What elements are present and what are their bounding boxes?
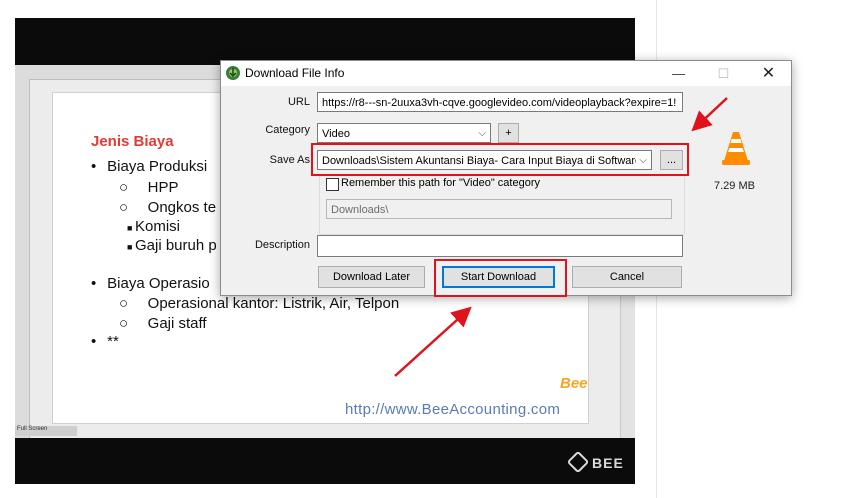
category-label: Category [265,124,310,136]
save-as-label: Save As [269,154,310,166]
player-logo: BEE [566,450,624,474]
slide-title: Jenis Biaya [91,133,174,150]
watermark-url: http://www.BeeAccounting.com [345,401,561,418]
bullet-line: ■ Gaji buruh p [127,237,217,254]
idm-app-icon [226,66,240,80]
maximize-button[interactable]: ☐ [701,61,746,86]
add-category-button[interactable]: + [498,123,519,143]
bullet-line: ○ Operasional kantor: Listrik, Air, Telp… [119,295,400,312]
description-label: Description [254,239,310,251]
url-field[interactable]: https://r8---sn-2uuxa3vh-cqve.googlevide… [317,92,683,112]
left-ruler [15,79,30,438]
save-as-highlight-box [311,143,689,176]
remember-path-label: Remember this path for "Video" category [341,177,540,189]
url-label: URL [287,96,310,108]
bullet-line: • Biaya Produksi [91,158,208,175]
remember-path-checkbox[interactable] [326,178,339,191]
dialog-title: Download File Info [245,66,345,80]
bullet-line: ○ Ongkos te [119,199,217,216]
bee-watermark-logo: Bee [560,375,588,392]
description-field[interactable] [317,235,683,257]
bullet-line: • ** [91,333,119,350]
fullscreen-toolbar[interactable]: Full Screen [15,426,77,436]
cancel-button[interactable]: Cancel [572,266,682,288]
vlc-cone-icon [722,132,750,165]
bullet-line: ○ HPP [119,179,179,196]
minimize-button[interactable]: — [656,61,701,86]
bee-hex-icon [566,450,590,474]
dialog-titlebar[interactable]: Download File Info — ☐ ✕ [221,61,791,86]
bullet-line: ○ Gaji staff [119,315,207,332]
bullet-line: ■ Komisi [127,218,181,235]
download-later-button[interactable]: Download Later [318,266,425,288]
close-button[interactable]: ✕ [746,61,791,86]
chevron-down-icon: ⌵ [478,128,486,139]
bullet-line: • Biaya Operasio [91,275,210,292]
start-download-highlight-box [434,259,567,297]
file-size-label: 7.29 MB [714,180,755,192]
default-path-field: Downloads\ [326,199,672,219]
category-select[interactable]: Video ⌵ [317,123,491,143]
